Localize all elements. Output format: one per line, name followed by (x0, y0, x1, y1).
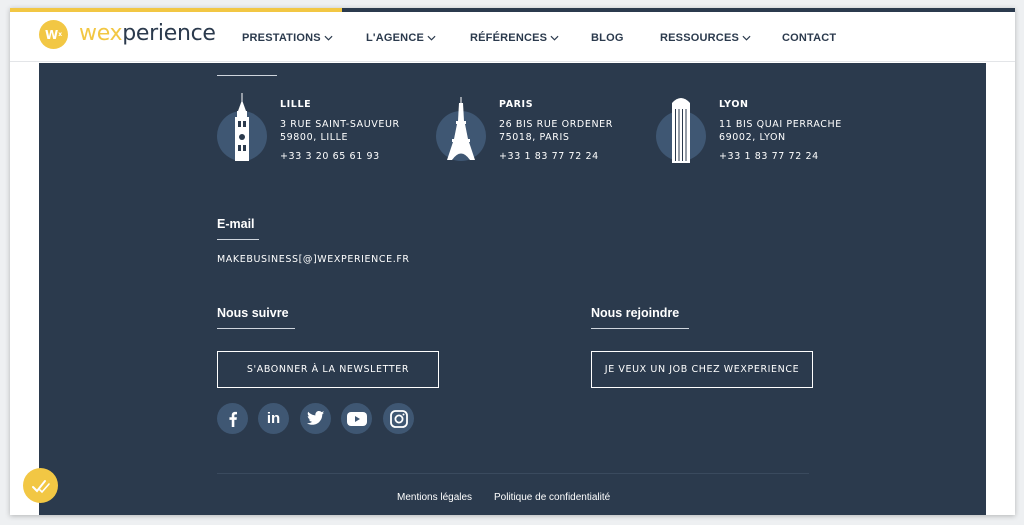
office-city: LILLE (280, 99, 312, 110)
section-underline (591, 328, 689, 329)
chevron-down-icon (427, 35, 436, 41)
logo-wordmark-accent: wex (79, 21, 123, 46)
section-underline (217, 75, 277, 76)
section-underline (217, 239, 259, 240)
job-application-button[interactable]: JE VEUX UN JOB CHEZ WEXPERIENCE (591, 351, 813, 388)
instagram-icon[interactable] (383, 403, 414, 434)
office-city: LYON (719, 99, 749, 110)
youtube-icon[interactable] (341, 403, 372, 434)
office-phone[interactable]: +33 1 83 77 72 24 (499, 151, 599, 162)
office-address-line2: 59800, LILLE (280, 132, 349, 143)
nav-blog[interactable]: BLOG (591, 32, 624, 44)
nav-contact[interactable]: CONTACT (782, 32, 836, 44)
contact-email[interactable]: MAKEBUSINESS[@]WEXPERIENCE.FR (217, 254, 410, 265)
site-header: Wx wexperience PRESTATIONS L'AGENCE RÉFÉ… (10, 12, 1015, 62)
legal-notice-link[interactable]: Mentions légales (397, 492, 472, 503)
office-phone[interactable]: +33 3 20 65 61 93 (280, 151, 380, 162)
chevron-down-icon (550, 35, 559, 41)
privacy-policy-link[interactable]: Politique de confidentialité (494, 492, 610, 503)
nav-prestations[interactable]: PRESTATIONS (242, 32, 333, 44)
email-section-title: E-mail (217, 217, 255, 231)
office-phone[interactable]: +33 1 83 77 72 24 (719, 151, 819, 162)
browser-viewport: Wx wexperience PRESTATIONS L'AGENCE RÉFÉ… (10, 8, 1015, 515)
nav-label: RÉFÉRENCES (470, 32, 548, 44)
nav-ressources[interactable]: RESSOURCES (660, 32, 751, 44)
chevron-down-icon (324, 35, 333, 41)
nav-label: CONTACT (782, 32, 837, 44)
logo-badge-icon[interactable]: Wx (39, 20, 68, 49)
footer-panel: LILLE 3 RUE SAINT-SAUVEUR 59800, LILLE +… (39, 63, 986, 515)
nav-label: BLOG (591, 32, 624, 44)
facebook-icon[interactable] (217, 403, 248, 434)
office-address-line1: 11 BIS QUAI PERRACHE (719, 119, 842, 130)
belfry-icon (235, 93, 249, 161)
linkedin-icon[interactable]: in (258, 403, 289, 434)
twitter-icon[interactable] (300, 403, 331, 434)
nav-references[interactable]: RÉFÉRENCES (470, 32, 559, 44)
logo-wordmark[interactable]: wexperience (79, 21, 216, 46)
section-underline (217, 328, 295, 329)
nav-label: RESSOURCES (660, 32, 740, 44)
nav-agence[interactable]: L'AGENCE (366, 32, 436, 44)
office-city: PARIS (499, 99, 534, 110)
eiffel-tower-icon (447, 97, 475, 160)
cookie-consent-badge[interactable] (23, 468, 58, 503)
nav-label: PRESTATIONS (242, 32, 321, 44)
join-section-title: Nous rejoindre (591, 306, 680, 320)
checkmark-hand-icon (31, 479, 50, 493)
chevron-down-icon (742, 35, 751, 41)
newsletter-subscribe-button[interactable]: S'ABONNER À LA NEWSLETTER (217, 351, 439, 388)
office-address-line2: 69002, LYON (719, 132, 786, 143)
office-address-line2: 75018, PARIS (499, 132, 570, 143)
nav-label: L'AGENCE (366, 32, 424, 44)
follow-section-title: Nous suivre (217, 306, 289, 320)
office-address-line1: 26 BIS RUE ORDENER (499, 119, 613, 130)
footer-divider (217, 473, 809, 474)
skyscraper-icon (672, 98, 690, 163)
logo-wordmark-rest: perience (122, 21, 216, 46)
office-address-line1: 3 RUE SAINT-SAUVEUR (280, 119, 400, 130)
